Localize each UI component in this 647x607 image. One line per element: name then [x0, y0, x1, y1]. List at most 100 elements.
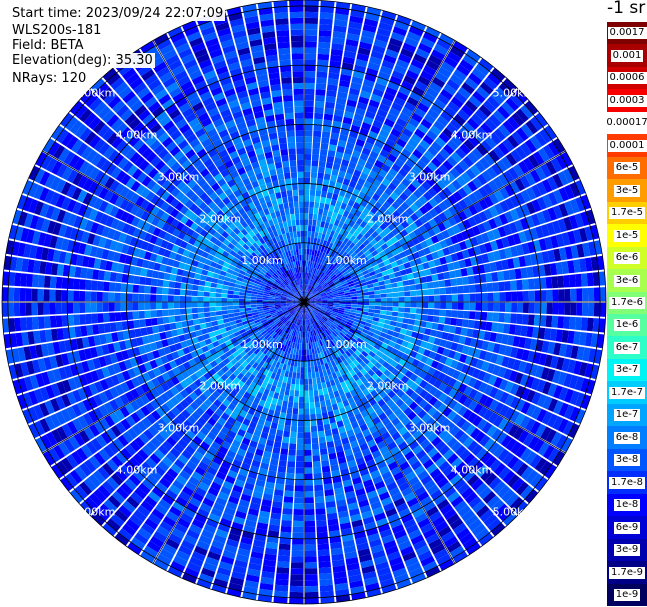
data-gate [322, 387, 329, 395]
data-gate [304, 373, 308, 379]
data-gate [304, 520, 316, 527]
data-gate [312, 455, 321, 462]
data-gate [391, 287, 399, 293]
data-gate [294, 354, 299, 361]
data-gate [557, 275, 565, 288]
data-gate [304, 82, 315, 90]
data-gate [103, 271, 111, 281]
data-gate [304, 77, 316, 84]
data-gate [222, 314, 229, 319]
data-gate [385, 310, 393, 316]
data-gate [96, 291, 103, 302]
data-gate [43, 275, 51, 288]
data-gate [309, 348, 313, 355]
data-gate [415, 314, 422, 321]
data-gate [308, 207, 314, 214]
data-gate [457, 302, 464, 310]
data-gate [451, 286, 458, 294]
data-gate [84, 302, 92, 313]
data-gate [290, 383, 296, 391]
data-gate [528, 302, 535, 314]
data-gate [580, 317, 588, 331]
data-gate [79, 290, 86, 302]
data-gate [281, 382, 287, 389]
data-gate [293, 503, 304, 510]
data-gate [384, 319, 391, 325]
data-gate [222, 285, 229, 290]
data-gate [422, 302, 429, 309]
data-gate [304, 23, 318, 30]
data-gate [221, 297, 228, 302]
data-gate [37, 288, 44, 302]
data-gate [120, 293, 127, 302]
data-gate [315, 190, 322, 197]
data-gate [97, 281, 104, 291]
data-gate [217, 279, 224, 285]
data-gate [315, 95, 325, 102]
data-gate [395, 276, 403, 282]
data-gate [582, 302, 589, 316]
data-gate [402, 318, 410, 324]
data-gate [221, 293, 228, 298]
data-gate [179, 295, 186, 302]
data-gate [385, 315, 392, 321]
data-gate [223, 280, 230, 286]
data-gate [306, 254, 309, 261]
data-gate [522, 279, 529, 290]
data-gate [580, 273, 588, 287]
data-gate [291, 550, 304, 557]
data-gate [289, 389, 295, 397]
data-gate [380, 302, 387, 307]
data-gate [205, 322, 213, 328]
data-gate [386, 297, 393, 302]
data-gate [309, 402, 315, 409]
data-gate [268, 298, 275, 301]
data-gate [304, 432, 311, 439]
data-gate [392, 297, 399, 302]
data-gate [304, 438, 311, 445]
data-gate [314, 496, 325, 503]
data-gate [67, 290, 74, 302]
data-gate [262, 304, 269, 307]
data-gate [427, 308, 435, 316]
data-gate [445, 302, 452, 310]
data-gate [144, 310, 151, 319]
data-gate [278, 393, 284, 401]
data-gate [295, 461, 304, 468]
data-gate [333, 303, 340, 306]
data-gate [374, 309, 381, 314]
data-gate [283, 496, 294, 503]
data-gate [407, 324, 414, 331]
data-gate [312, 142, 321, 149]
data-gate [192, 279, 200, 285]
data-gate [304, 171, 311, 178]
data-gate [326, 192, 333, 199]
data-gate [245, 292, 252, 297]
data-gate [314, 201, 320, 209]
data-gate [156, 302, 163, 310]
data-gate [198, 280, 206, 286]
data-gate [150, 286, 157, 294]
data-gate [316, 520, 327, 527]
data-gate [280, 525, 292, 533]
data-gate [325, 197, 332, 205]
data-gate [316, 413, 323, 420]
data-gate [211, 277, 219, 284]
data-gate [522, 314, 529, 325]
data-gate [552, 289, 559, 302]
data-gate [432, 281, 440, 288]
data-gate [304, 355, 307, 362]
data-gate [415, 290, 423, 296]
data-gate [390, 316, 398, 322]
data-gate [308, 384, 313, 391]
data-gate [2, 287, 9, 302]
data-gate [504, 281, 511, 291]
data-gate [304, 455, 312, 462]
data-gate [378, 318, 385, 324]
data-gate [304, 242, 307, 249]
data-gate [179, 308, 187, 315]
data-gate [304, 574, 318, 581]
data-gate [316, 71, 328, 79]
data-gate [276, 429, 284, 437]
data-gate [321, 382, 327, 389]
